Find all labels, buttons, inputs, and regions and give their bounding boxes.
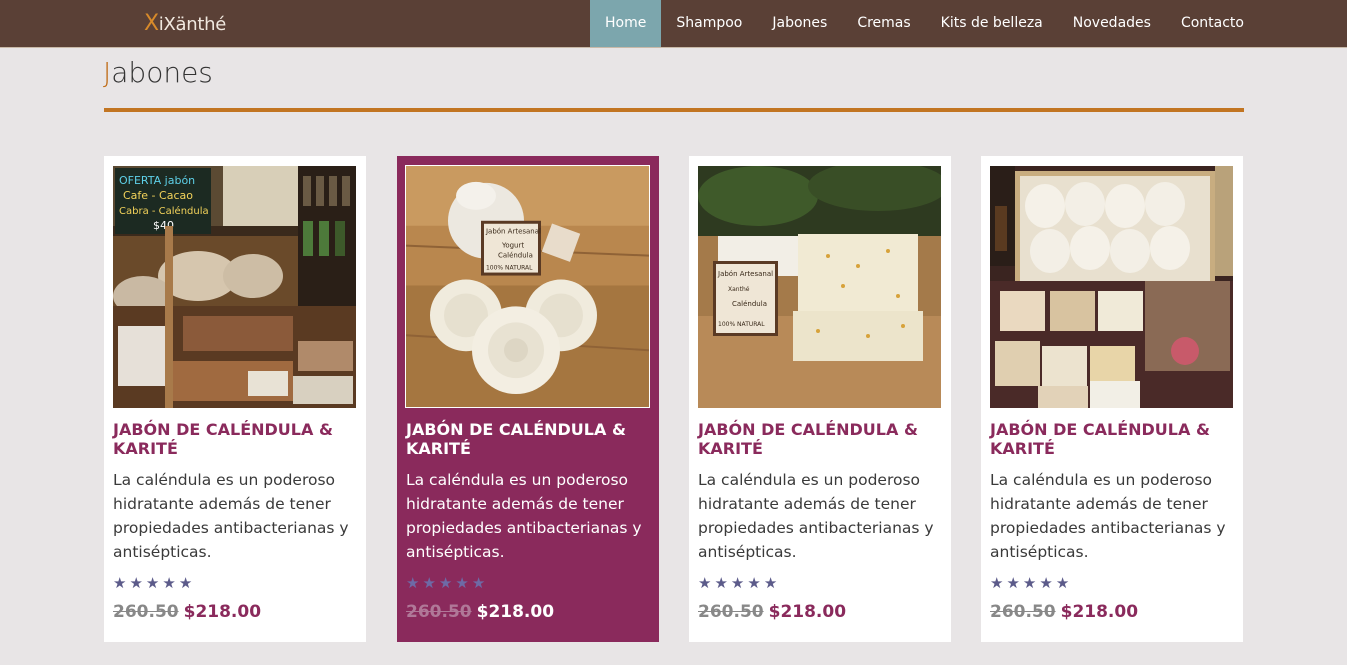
- current-price: $218.00: [183, 602, 262, 622]
- svg-text:100% NATURAL: 100% NATURAL: [486, 265, 533, 272]
- product-description: La caléndula es un poderoso hidratante a…: [698, 471, 934, 561]
- star-icon: ★: [1022, 574, 1037, 592]
- product-price: 260.50 $218.00: [990, 602, 1138, 622]
- product-card[interactable]: Jabón Artesanal Xanthé Caléndula 100% NA…: [689, 156, 951, 642]
- product-title[interactable]: JABÓN DE CALÉNDULA & KARITÉ: [990, 420, 1230, 458]
- current-price: $218.00: [1060, 602, 1139, 622]
- nav-cremas[interactable]: Cremas: [842, 0, 925, 47]
- svg-text:OFERTA jabón: OFERTA jabón: [119, 174, 195, 187]
- star-icon: ★: [1006, 574, 1020, 592]
- nav-shampoo[interactable]: Shampoo: [661, 0, 757, 47]
- svg-text:100% NATURAL: 100% NATURAL: [718, 321, 765, 328]
- product-price: 260.50 $218.00: [698, 602, 846, 622]
- star-icon: ★: [406, 574, 420, 592]
- svg-text:Cafe - Cacao: Cafe - Cacao: [123, 189, 193, 202]
- product-price: 260.50 $218.00: [113, 602, 261, 622]
- svg-text:Jabón Artesanal: Jabón Artesanal: [485, 228, 541, 236]
- star-icon: ★: [162, 574, 176, 592]
- rating-stars: ★ ★ ★ ★ ★: [406, 574, 485, 592]
- star-icon: ★: [763, 574, 778, 592]
- star-icon: ★: [438, 574, 453, 592]
- svg-text:Jabón Artesanal: Jabón Artesanal: [717, 270, 773, 278]
- product-title[interactable]: JABÓN DE CALÉNDULA & KARITÉ: [698, 420, 938, 458]
- svg-text:Caléndula: Caléndula: [732, 300, 767, 308]
- product-card[interactable]: JABÓN DE CALÉNDULA & KARITÉ La caléndula…: [981, 156, 1243, 642]
- star-icon: ★: [178, 574, 193, 592]
- main-nav: Home Shampoo Jabones Cremas Kits de bell…: [590, 0, 1259, 47]
- star-icon: ★: [145, 574, 160, 592]
- top-navbar: XiXänthé Home Shampoo Jabones Cremas Kit…: [0, 0, 1347, 48]
- old-price: 260.50: [698, 602, 764, 622]
- product-image[interactable]: Jabón Artesanal Xanthé Caléndula 100% NA…: [698, 166, 941, 408]
- current-price: $218.00: [768, 602, 847, 622]
- star-icon: ★: [113, 574, 127, 592]
- old-price: 260.50: [113, 602, 179, 622]
- current-price: $218.00: [476, 602, 555, 622]
- nav-novedades[interactable]: Novedades: [1058, 0, 1166, 47]
- rating-stars: ★ ★ ★ ★ ★: [698, 574, 777, 592]
- star-icon: ★: [990, 574, 1004, 592]
- product-description: La caléndula es un poderoso hidratante a…: [990, 471, 1226, 561]
- star-icon: ★: [1039, 574, 1053, 592]
- product-card[interactable]: OFERTA jabón Cafe - Cacao Cabra - Calénd…: [104, 156, 366, 642]
- star-icon: ★: [1055, 574, 1070, 592]
- title-divider: [104, 108, 1244, 112]
- old-price: 260.50: [406, 602, 472, 622]
- star-icon: ★: [129, 574, 143, 592]
- star-icon: ★: [714, 574, 728, 592]
- nav-contacto[interactable]: Contacto: [1166, 0, 1259, 47]
- star-icon: ★: [471, 574, 486, 592]
- nav-kits-de-belleza[interactable]: Kits de belleza: [926, 0, 1058, 47]
- nav-home[interactable]: Home: [590, 0, 662, 47]
- svg-text:Yogurt: Yogurt: [501, 242, 524, 250]
- product-title[interactable]: JABÓN DE CALÉNDULA & KARITÉ: [406, 420, 646, 458]
- nav-jabones[interactable]: Jabones: [757, 0, 842, 47]
- brand-logo[interactable]: XiXänthé: [144, 11, 226, 36]
- star-icon: ★: [422, 574, 436, 592]
- star-icon: ★: [730, 574, 745, 592]
- product-description: La caléndula es un poderoso hidratante a…: [406, 471, 642, 561]
- product-price: 260.50 $218.00: [406, 602, 554, 622]
- product-image[interactable]: Jabón Artesanal Yogurt Caléndula 100% NA…: [405, 165, 650, 408]
- star-icon: ★: [455, 574, 469, 592]
- old-price: 260.50: [990, 602, 1056, 622]
- product-title[interactable]: JABÓN DE CALÉNDULA & KARITÉ: [113, 420, 353, 458]
- star-icon: ★: [698, 574, 712, 592]
- product-card[interactable]: Jabón Artesanal Yogurt Caléndula 100% NA…: [397, 156, 659, 642]
- product-description: La caléndula es un poderoso hidratante a…: [113, 471, 349, 561]
- page-title: Jabones: [103, 56, 213, 89]
- svg-text:Xanthé: Xanthé: [728, 286, 750, 293]
- rating-stars: ★ ★ ★ ★ ★: [990, 574, 1069, 592]
- svg-text:Cabra - Caléndula: Cabra - Caléndula: [119, 205, 209, 217]
- rating-stars: ★ ★ ★ ★ ★: [113, 574, 192, 592]
- svg-text:Caléndula: Caléndula: [498, 252, 533, 260]
- star-icon: ★: [747, 574, 761, 592]
- product-image[interactable]: OFERTA jabón Cafe - Cacao Cabra - Calénd…: [113, 166, 356, 408]
- product-image[interactable]: [990, 166, 1233, 408]
